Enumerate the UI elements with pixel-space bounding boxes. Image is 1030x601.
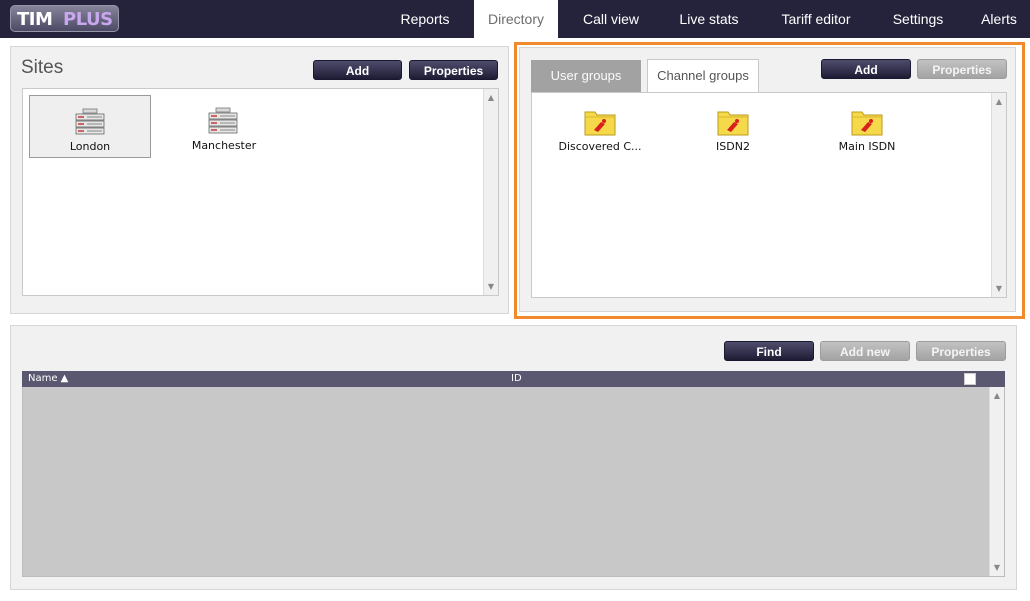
sites-list-scrollbar[interactable]: ▲ ▼ — [483, 89, 498, 295]
site-label: London — [69, 140, 111, 153]
logo-text-tim: TIM — [17, 9, 53, 30]
sites-properties-button[interactable]: Properties — [409, 60, 498, 80]
add-new-button[interactable]: Add new — [820, 341, 910, 361]
directory-table-header: Name ▲ ID — [22, 371, 1005, 387]
sites-add-button[interactable]: Add — [313, 60, 402, 80]
groups-panel: User groups Channel groups Add Propertie… — [519, 47, 1016, 312]
logo-text-plus: PLUS — [63, 9, 113, 30]
directory-properties-button[interactable]: Properties — [916, 341, 1006, 361]
scroll-up-icon[interactable]: ▲ — [990, 391, 1004, 400]
site-item-london[interactable]: London — [29, 95, 151, 158]
group-label: Main ISDN — [838, 140, 896, 153]
channel-group-folder-icon — [584, 111, 616, 136]
nav-tariff-editor[interactable]: Tariff editor — [764, 0, 868, 38]
group-item-discovered[interactable]: Discovered C... — [540, 93, 660, 157]
sites-panel: Sites Add Properties London Manchester ▲… — [10, 46, 509, 314]
column-header-name[interactable]: Name ▲ — [28, 371, 68, 387]
find-button[interactable]: Find — [724, 341, 814, 361]
sites-list[interactable]: London Manchester ▲ ▼ — [22, 88, 499, 296]
top-navigation-bar: TIM PLUS Reports Directory Call view Liv… — [0, 0, 1030, 38]
scroll-up-icon[interactable]: ▲ — [992, 97, 1006, 106]
scroll-down-icon[interactable]: ▼ — [992, 284, 1006, 293]
directory-table-scrollbar[interactable]: ▲ ▼ — [989, 387, 1004, 576]
directory-table-body[interactable]: ▲ ▼ — [22, 387, 1005, 577]
site-item-manchester[interactable]: Manchester — [163, 95, 285, 158]
server-icon — [75, 108, 105, 135]
groups-properties-button[interactable]: Properties — [917, 59, 1007, 79]
groups-add-button[interactable]: Add — [821, 59, 911, 79]
channel-group-folder-icon — [717, 111, 749, 136]
channel-group-folder-icon — [851, 111, 883, 136]
scroll-down-icon[interactable]: ▼ — [990, 563, 1004, 572]
nav-reports[interactable]: Reports — [384, 0, 466, 38]
tab-channel-groups[interactable]: Channel groups — [647, 59, 759, 93]
nav-alerts[interactable]: Alerts — [968, 0, 1030, 38]
site-label: Manchester — [191, 139, 257, 152]
scroll-down-icon[interactable]: ▼ — [484, 282, 498, 291]
nav-call-view[interactable]: Call view — [568, 0, 654, 38]
group-label: Discovered C... — [558, 140, 642, 153]
group-label: ISDN2 — [716, 140, 750, 153]
group-item-isdn2[interactable]: ISDN2 — [673, 93, 793, 157]
nav-live-stats[interactable]: Live stats — [664, 0, 754, 38]
scroll-up-icon[interactable]: ▲ — [484, 93, 498, 102]
select-all-checkbox[interactable] — [964, 373, 976, 385]
nav-directory[interactable]: Directory — [474, 0, 558, 38]
server-icon — [208, 107, 238, 134]
tab-user-groups[interactable]: User groups — [531, 60, 641, 92]
group-item-main-isdn[interactable]: Main ISDN — [807, 93, 927, 157]
column-header-id[interactable]: ID — [511, 371, 522, 387]
nav-settings[interactable]: Settings — [878, 0, 958, 38]
groups-list-scrollbar[interactable]: ▲ ▼ — [991, 93, 1006, 297]
timplus-logo[interactable]: TIM PLUS — [10, 5, 119, 32]
sites-title: Sites — [21, 57, 64, 78]
channel-groups-list[interactable]: Discovered C... ISDN2 Main ISDN ▲ ▼ — [531, 92, 1007, 298]
